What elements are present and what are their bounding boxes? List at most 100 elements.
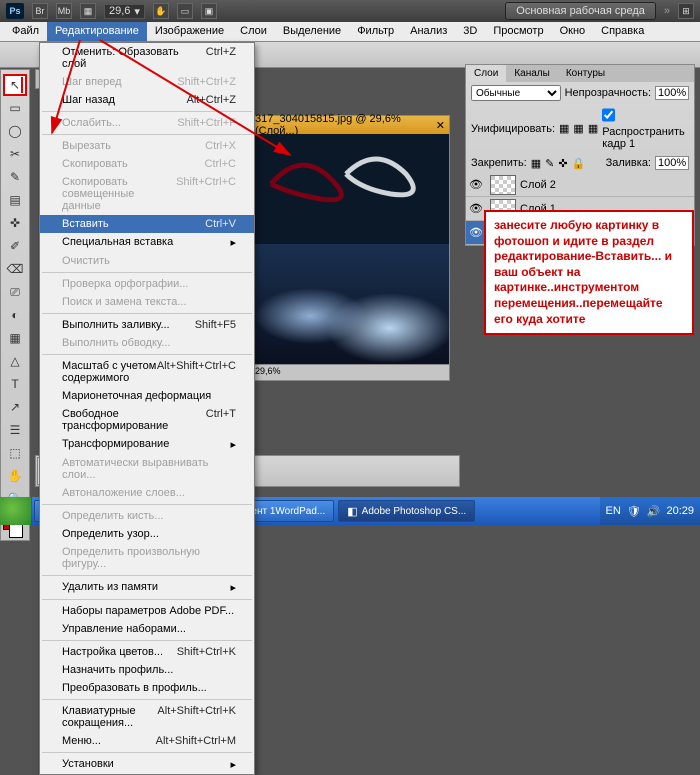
menu-item[interactable]: Меню...Alt+Shift+Ctrl+M: [40, 732, 254, 750]
menu-item[interactable]: Установки▸: [40, 755, 254, 774]
menu-item[interactable]: Выполнить заливку...Shift+F5: [40, 316, 254, 334]
tool-11[interactable]: ▦: [3, 327, 27, 349]
menu-item[interactable]: Определить узор...: [40, 525, 254, 543]
app-top-bar: Ps Br Mb ▦ 29,6 ▾ ✋ ▭ ▣ Основная рабочая…: [0, 0, 700, 22]
menu-item[interactable]: Назначить профиль...: [40, 661, 254, 679]
lock-transparency-icon[interactable]: ▦: [531, 157, 541, 170]
unify-icon[interactable]: ▦: [573, 122, 583, 135]
screen-mode-icon[interactable]: ▣: [201, 3, 217, 19]
menu-item[interactable]: Клавиатурные сокращения...Alt+Shift+Ctrl…: [40, 702, 254, 732]
menu-item[interactable]: Свободное трансформированиеCtrl+T: [40, 405, 254, 435]
close-icon[interactable]: ✕: [436, 119, 445, 132]
layer-name: Слой 2: [520, 179, 556, 191]
menu-item: СкопироватьCtrl+C: [40, 155, 254, 173]
menu-item: Скопировать совмещенные данныеShift+Ctrl…: [40, 173, 254, 215]
tool-6[interactable]: ✜: [3, 212, 27, 234]
document-titlebar[interactable]: 317_304015815.jpg @ 29,6% (Слой...) ✕: [251, 116, 449, 134]
menu-item[interactable]: Специальная вставка▸: [40, 233, 254, 252]
menu-item[interactable]: ВставитьCtrl+V: [40, 215, 254, 233]
tool-17[interactable]: ✋: [3, 465, 27, 487]
language-indicator[interactable]: EN: [606, 505, 621, 517]
panel-tab[interactable]: Слои: [466, 65, 506, 82]
unify-icon[interactable]: ▦: [588, 122, 598, 135]
bridge-icon[interactable]: Br: [32, 3, 48, 19]
minibridge-icon[interactable]: Mb: [56, 3, 72, 19]
tool-4[interactable]: ✎: [3, 166, 27, 188]
menu-item[interactable]: Трансформирование▸: [40, 435, 254, 454]
visibility-icon[interactable]: 👁: [466, 178, 486, 191]
hand-icon[interactable]: ✋: [153, 3, 169, 19]
menu-просмотр[interactable]: Просмотр: [485, 22, 551, 41]
tool-10[interactable]: ◐: [3, 304, 27, 326]
menu-item[interactable]: Удалить из памяти▸: [40, 578, 254, 597]
menu-item[interactable]: Настройка цветов...Shift+Ctrl+K: [40, 643, 254, 661]
menu-item[interactable]: Марионеточная деформация: [40, 387, 254, 405]
propagate-checkbox[interactable]: Распространить кадр 1: [602, 107, 689, 150]
opacity-field[interactable]: 100%: [655, 86, 689, 100]
tool-0[interactable]: ↖: [3, 74, 27, 96]
visibility-icon[interactable]: 👁: [466, 226, 486, 239]
background-swatch[interactable]: [9, 524, 23, 538]
menu-анализ[interactable]: Анализ: [402, 22, 455, 41]
tool-12[interactable]: △: [3, 350, 27, 372]
tray-icon[interactable]: 🔊: [647, 505, 661, 518]
canvas-artwork: [261, 144, 431, 224]
menu-редактирование[interactable]: Редактирование: [47, 22, 147, 41]
layer-row[interactable]: 👁 Слой 2: [466, 173, 694, 197]
tool-3[interactable]: ✂: [3, 143, 27, 165]
start-button[interactable]: [0, 497, 32, 525]
menu-слои[interactable]: Слои: [232, 22, 275, 41]
app-icon: ◧: [347, 505, 357, 518]
menu-item[interactable]: Наборы параметров Adobe PDF...: [40, 602, 254, 620]
menu-item[interactable]: Управление наборами...: [40, 620, 254, 638]
visibility-icon[interactable]: 👁: [466, 202, 486, 215]
menu-выделение[interactable]: Выделение: [275, 22, 349, 41]
fill-field[interactable]: 100%: [655, 156, 689, 170]
arrange-icon[interactable]: ▭: [177, 3, 193, 19]
taskbar-button[interactable]: ◧Adobe Photoshop CS...: [338, 500, 475, 522]
lock-pixels-icon[interactable]: ✎: [545, 157, 554, 170]
tool-8[interactable]: ⌫: [3, 258, 27, 280]
tool-13[interactable]: T: [3, 373, 27, 395]
tool-2[interactable]: ◯: [3, 120, 27, 142]
lock-all-icon[interactable]: 🔒: [572, 157, 586, 170]
menu-item[interactable]: Масштаб с учетом содержимогоAlt+Shift+Ct…: [40, 357, 254, 387]
menu-фильтр[interactable]: Фильтр: [349, 22, 402, 41]
cslive-icon[interactable]: ⊞: [678, 3, 694, 19]
clock[interactable]: 20:29: [666, 505, 694, 517]
workspace-selector[interactable]: Основная рабочая среда: [505, 2, 656, 20]
menu-3d[interactable]: 3D: [455, 22, 485, 41]
fill-label: Заливка:: [606, 157, 651, 169]
layer-thumbnail[interactable]: [490, 175, 516, 195]
menu-item[interactable]: Отменить: Образовать слойCtrl+Z: [40, 43, 254, 73]
document-window: 317_304015815.jpg @ 29,6% (Слой...) ✕ 29…: [250, 115, 450, 381]
tool-14[interactable]: ↗: [3, 396, 27, 418]
lock-position-icon[interactable]: ✜: [558, 157, 567, 170]
tool-1[interactable]: ▭: [3, 97, 27, 119]
menu-item[interactable]: Преобразовать в профиль...: [40, 679, 254, 697]
tool-15[interactable]: ☰: [3, 419, 27, 441]
tool-7[interactable]: ✐: [3, 235, 27, 257]
menu-item: Очистить: [40, 252, 254, 270]
view-extras-icon[interactable]: ▦: [80, 3, 96, 19]
tool-9[interactable]: ⎚: [3, 281, 27, 303]
menu-item: Автоналожение слоев...: [40, 484, 254, 502]
zoom-level[interactable]: 29,6 ▾: [104, 4, 145, 19]
panel-tab[interactable]: Контуры: [558, 65, 613, 82]
panel-tab[interactable]: Каналы: [506, 65, 558, 82]
menu-изображение[interactable]: Изображение: [147, 22, 232, 41]
blend-mode-select[interactable]: Обычные: [471, 85, 561, 101]
tool-5[interactable]: ▤: [3, 189, 27, 211]
menu-item[interactable]: Шаг назадAlt+Ctrl+Z: [40, 91, 254, 109]
workspace-more-icon[interactable]: »: [664, 5, 670, 17]
tool-16[interactable]: ⬚: [3, 442, 27, 464]
menu-item: Поиск и замена текста...: [40, 293, 254, 311]
unify-icon[interactable]: ▦: [559, 122, 569, 135]
menu-файл[interactable]: Файл: [4, 22, 47, 41]
canvas[interactable]: [251, 134, 449, 364]
unify-label: Унифицировать:: [471, 123, 555, 135]
menu-справка[interactable]: Справка: [593, 22, 652, 41]
menu-окно[interactable]: Окно: [552, 22, 594, 41]
tray-icon[interactable]: 🛡: [627, 505, 641, 518]
menu-item: Выполнить обводку...: [40, 334, 254, 352]
